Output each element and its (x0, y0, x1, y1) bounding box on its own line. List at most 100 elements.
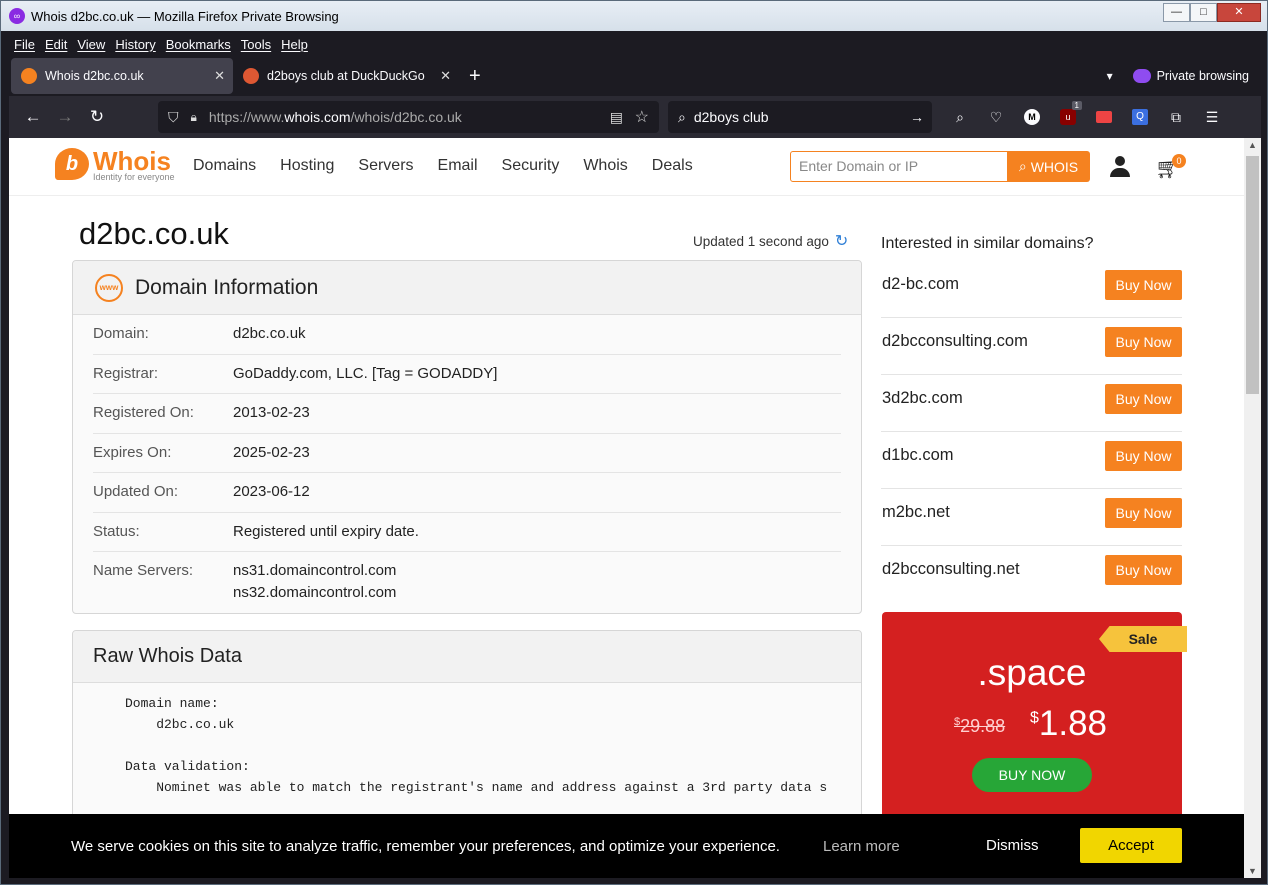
private-browsing-icon: ∞ (9, 8, 25, 24)
similar-domains-title: Interested in similar domains? (881, 235, 1094, 252)
maximize-button[interactable]: □ (1190, 3, 1217, 22)
cookie-message: We serve cookies on this site to analyze… (71, 838, 780, 855)
info-key: Domain: (93, 325, 149, 342)
raw-whois-title: Raw Whois Data (73, 631, 861, 683)
raw-whois-text: Domain name: d2bc.co.uk Data validation:… (125, 696, 828, 795)
similar-domain-name[interactable]: d2bcconsulting.net (882, 560, 1020, 579)
space-sale-promo[interactable]: Sale .space $29.88 $1.88 BUY NOW (882, 612, 1187, 832)
domain-information-card: www Domain Information Domain: d2bc.co.u… (72, 260, 862, 614)
nav-email[interactable]: Email (438, 157, 478, 175)
extension-q-icon[interactable]: Q (1124, 101, 1156, 133)
nav-security[interactable]: Security (502, 157, 560, 175)
menu-edit[interactable]: Edit (40, 37, 72, 52)
menu-help[interactable]: Help (276, 37, 313, 52)
info-key: Expires On: (93, 444, 172, 461)
ublock-icon[interactable]: u1 (1052, 101, 1084, 133)
promo-old-price: $29.88 (954, 716, 1006, 736)
list-all-tabs-icon[interactable]: ▾ (1107, 69, 1113, 83)
forward-arrow-icon[interactable]: → (49, 101, 81, 133)
hamburger-menu-icon[interactable]: ☰ (1196, 101, 1228, 133)
private-mask-icon (1132, 69, 1151, 83)
page-scrollbar[interactable]: ▲ ▼ (1244, 138, 1261, 878)
learn-more-link[interactable]: Learn more (823, 838, 900, 855)
nav-servers[interactable]: Servers (358, 157, 413, 175)
nav-domains[interactable]: Domains (193, 157, 256, 175)
refresh-icon[interactable]: ↻ (835, 231, 848, 251)
info-row-domain: Domain: d2bc.co.uk (93, 315, 841, 355)
info-value-2: ns32.domaincontrol.com (233, 584, 397, 601)
tab-close-icon[interactable]: ✕ (440, 68, 451, 84)
tab-label: Whois d2bc.co.uk (45, 69, 144, 83)
search-bar[interactable]: ⌕ d2boys club → (668, 101, 932, 133)
web-page: b Whois Identity for everyone Domains Ho… (9, 138, 1244, 878)
minimize-button[interactable]: — (1163, 3, 1190, 22)
buy-now-button[interactable]: Buy Now (1105, 498, 1182, 528)
close-window-button[interactable]: ✕ (1217, 3, 1261, 22)
similar-domain-name[interactable]: d2bcconsulting.com (882, 332, 1028, 351)
extension-m-icon[interactable]: M (1016, 101, 1048, 133)
scroll-up-arrow-icon[interactable]: ▲ (1248, 140, 1257, 150)
buy-now-button[interactable]: Buy Now (1105, 270, 1182, 300)
menu-view[interactable]: View (72, 37, 110, 52)
reader-view-icon[interactable]: ▤ (610, 109, 623, 126)
tab-whois[interactable]: Whois d2bc.co.uk ✕ (11, 58, 233, 94)
similar-domain-name[interactable]: d1bc.com (882, 446, 954, 465)
back-arrow-icon[interactable]: ← (17, 101, 49, 133)
search-query[interactable]: d2boys club (694, 109, 769, 125)
tracking-shield-icon[interactable]: ⛉ (168, 109, 179, 126)
similar-domain-row: d1bc.com Buy Now (881, 432, 1182, 489)
bookmark-star-icon[interactable]: ☆ (635, 107, 649, 127)
buy-now-button[interactable]: Buy Now (1105, 327, 1182, 357)
similar-domain-name[interactable]: 3d2bc.com (882, 389, 963, 408)
updated-text: Updated 1 second ago (693, 233, 829, 249)
menu-file[interactable]: File (9, 37, 40, 52)
nav-deals[interactable]: Deals (652, 157, 693, 175)
info-row-name-servers: Name Servers: ns31.domaincontrol.com ns3… (93, 552, 841, 612)
menu-tools[interactable]: Tools (236, 37, 276, 52)
window-title: Whois d2bc.co.uk — Mozilla Firefox Priva… (31, 8, 339, 24)
similar-domain-name[interactable]: m2bc.net (882, 503, 950, 522)
search-icon[interactable]: ⌕ (944, 101, 976, 133)
dismiss-button[interactable]: Dismiss (986, 837, 1039, 854)
promo-buy-now-button[interactable]: BUY NOW (972, 758, 1092, 792)
tab-close-icon[interactable]: ✕ (214, 68, 225, 84)
domain-search-input[interactable]: Enter Domain or IP (790, 151, 1008, 182)
nav-hosting[interactable]: Hosting (280, 157, 334, 175)
domain-information-title: Domain Information (135, 275, 319, 299)
scrollbar-thumb[interactable] (1246, 156, 1259, 394)
logo-word: Whois (93, 146, 171, 176)
url-bar[interactable]: ⛉ 🔒︎ https://www.whois.com/whois/d2bc.co… (158, 101, 659, 133)
whois-search-button[interactable]: ⌕ WHOIS (1007, 151, 1090, 182)
similar-domain-name[interactable]: d2-bc.com (882, 275, 959, 294)
buy-now-button[interactable]: Buy Now (1105, 555, 1182, 585)
scroll-down-arrow-icon[interactable]: ▼ (1248, 866, 1257, 876)
extensions-puzzle-icon[interactable]: ⧉ (1160, 101, 1192, 133)
www-icon: www (95, 273, 123, 302)
similar-domain-row: d2bcconsulting.com Buy Now (881, 318, 1182, 375)
extension-badge: 1 (1071, 101, 1082, 110)
search-go-arrow-icon[interactable]: → (910, 109, 924, 125)
info-value: 2023-06-12 (233, 483, 310, 500)
similar-domain-row: m2bc.net Buy Now (881, 489, 1182, 546)
menu-history[interactable]: History (110, 37, 160, 52)
site-nav: Domains Hosting Servers Email Security W… (193, 157, 717, 175)
lock-icon[interactable]: 🔒︎ (191, 110, 197, 125)
pocket-icon[interactable]: ♡ (980, 101, 1012, 133)
whois-logo[interactable]: b Whois Identity for everyone (55, 148, 175, 182)
user-account-icon[interactable] (1109, 156, 1131, 178)
info-value: 2013-02-23 (233, 404, 310, 421)
nav-whois[interactable]: Whois (583, 157, 627, 175)
tab-duckduckgo[interactable]: d2boys club at DuckDuckGo ✕ (233, 58, 459, 94)
new-tab-button[interactable]: + (469, 65, 481, 88)
accept-button[interactable]: Accept (1080, 828, 1182, 863)
screenshot-camera-icon[interactable] (1088, 101, 1120, 133)
menu-bookmarks[interactable]: Bookmarks (161, 37, 236, 52)
url-text[interactable]: https://www.whois.com/whois/d2bc.co.uk (209, 109, 462, 125)
reload-icon[interactable]: ↻ (81, 101, 113, 133)
buy-now-button[interactable]: Buy Now (1105, 384, 1182, 414)
cookie-banner: We serve cookies on this site to analyze… (9, 814, 1244, 878)
info-row-expires-on: Expires On: 2025-02-23 (93, 434, 841, 473)
search-icon: ⌕ (1018, 158, 1027, 174)
buy-now-button[interactable]: Buy Now (1105, 441, 1182, 471)
promo-new-price: $1.88 (1030, 704, 1108, 743)
